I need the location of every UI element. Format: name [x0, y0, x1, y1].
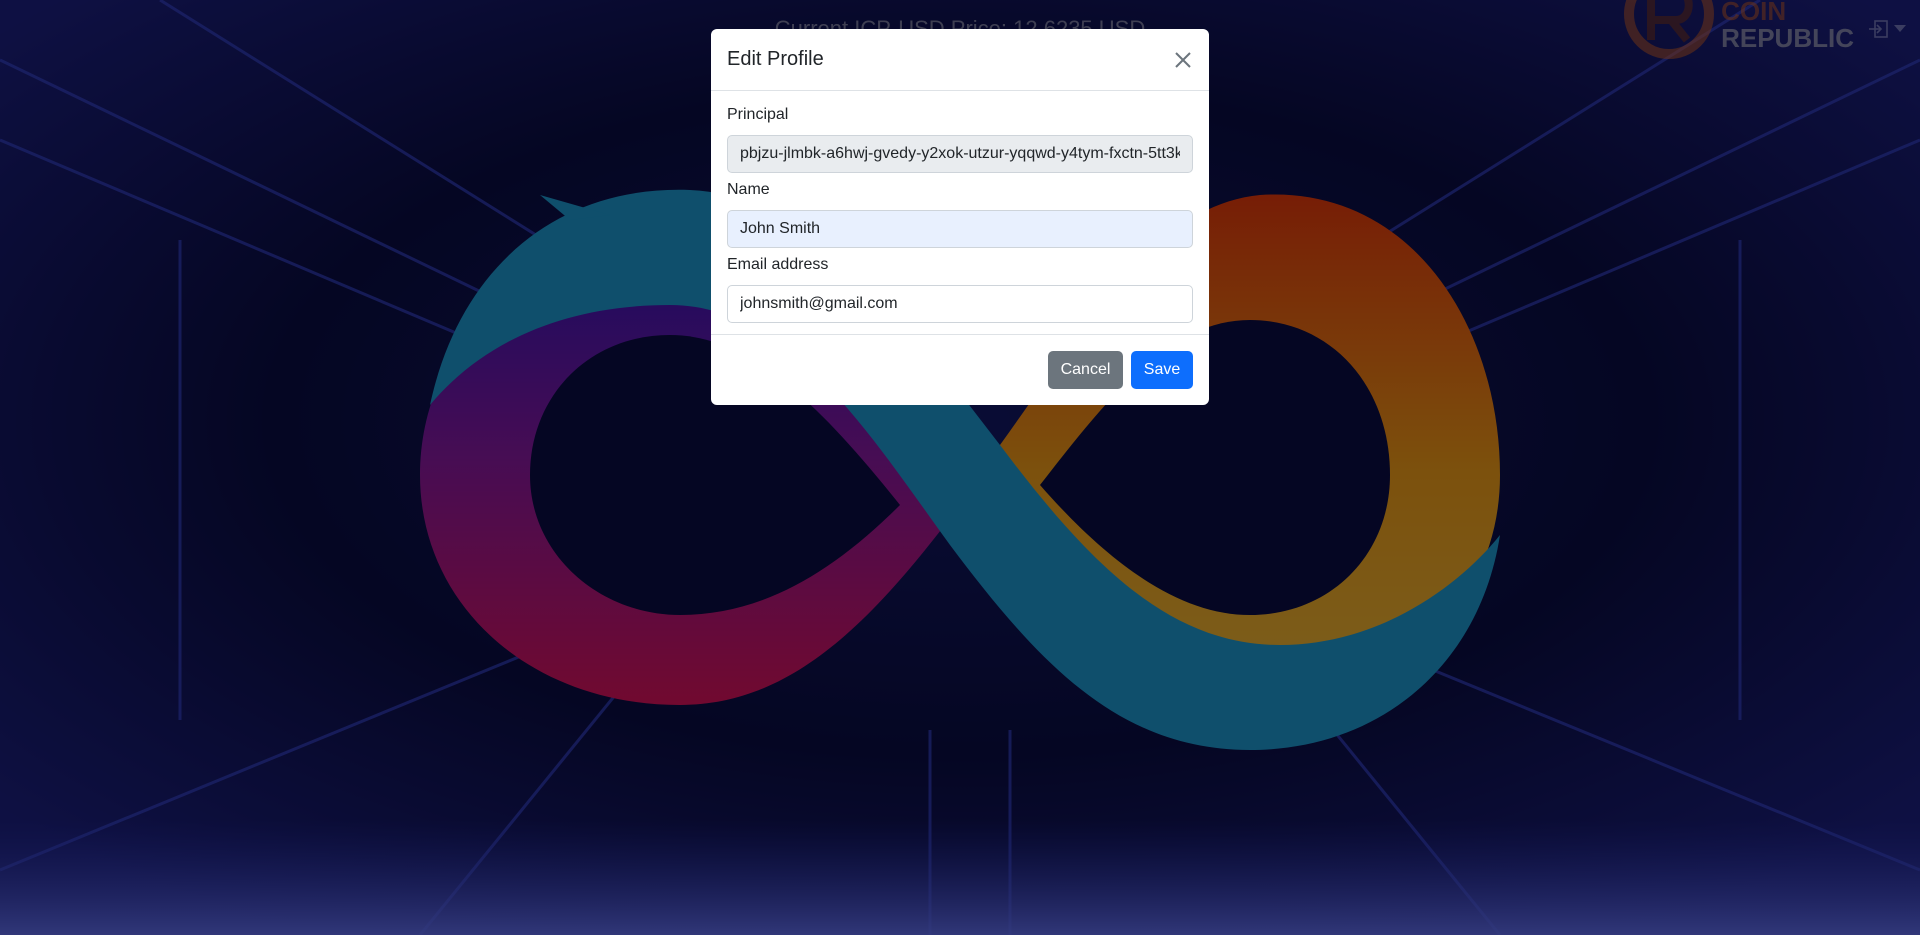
- page: Current ICP-USD Price: 12.6235 USD COIN …: [0, 0, 1920, 935]
- name-label: Name: [727, 181, 770, 198]
- edit-profile-modal: Edit Profile Principal Name Email addres…: [711, 29, 1209, 405]
- principal-field[interactable]: [727, 135, 1193, 173]
- save-button[interactable]: Save: [1131, 351, 1193, 389]
- modal-header: Edit Profile: [711, 29, 1209, 91]
- principal-label: Principal: [727, 106, 789, 123]
- email-label: Email address: [727, 256, 829, 273]
- modal-footer: Cancel Save: [711, 334, 1209, 405]
- close-icon: [1175, 51, 1191, 68]
- close-button[interactable]: [1173, 50, 1193, 70]
- cancel-button[interactable]: Cancel: [1048, 351, 1123, 389]
- name-field[interactable]: [727, 210, 1193, 248]
- email-field[interactable]: [727, 285, 1193, 323]
- modal-title: Edit Profile: [727, 48, 824, 70]
- modal-body: Principal Name Email address: [711, 91, 1209, 346]
